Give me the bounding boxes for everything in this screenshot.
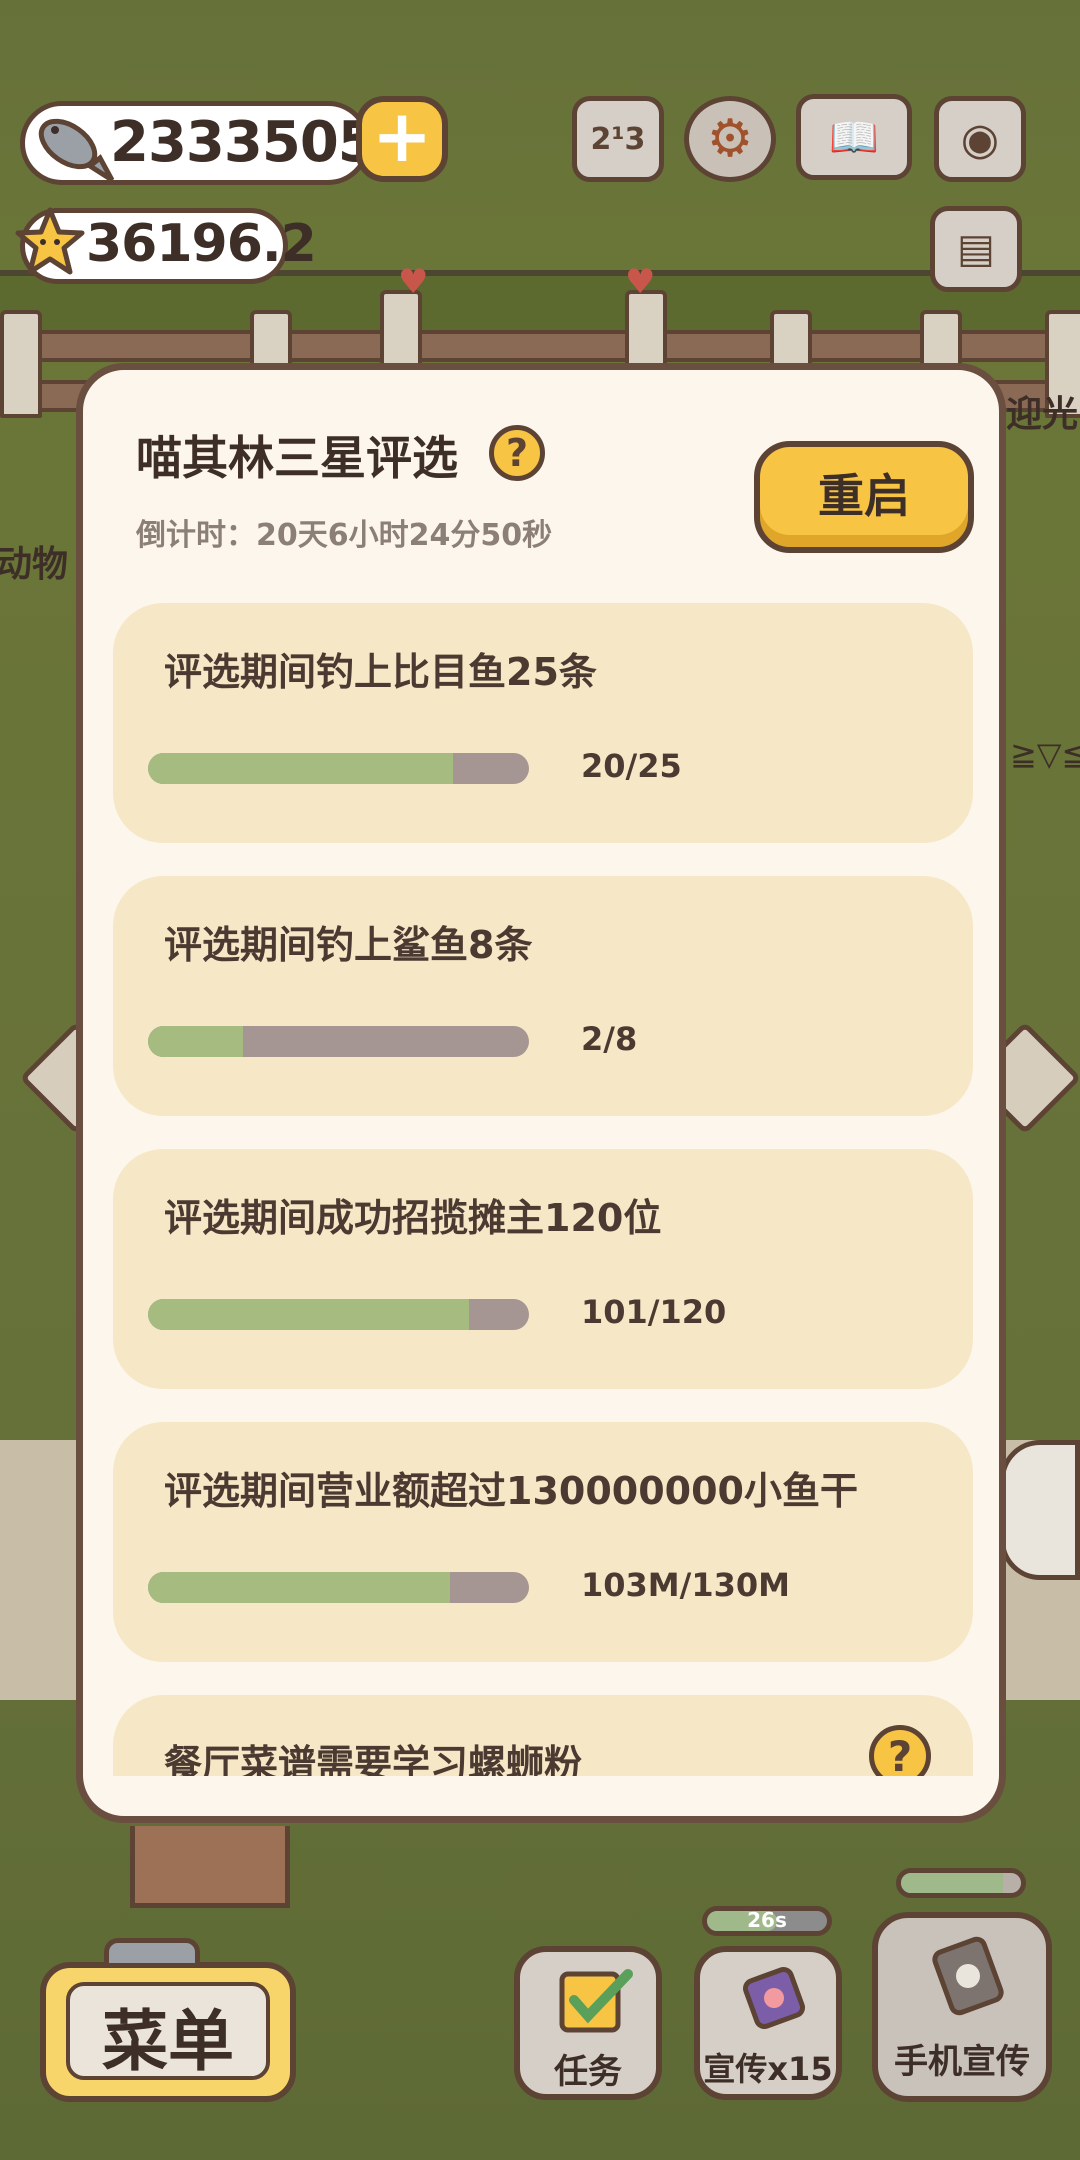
star-currency-value: 36196.2 bbox=[86, 214, 317, 274]
gear-icon: ⚙ bbox=[706, 109, 754, 169]
task-label: 评选期间成功招揽摊主120位 bbox=[164, 1196, 662, 1240]
phone-icon bbox=[926, 1934, 1010, 2022]
phone-promo-progress-fill bbox=[901, 1873, 1003, 1893]
task-card: 评选期间成功招揽摊主120位 101/120 bbox=[113, 1149, 973, 1389]
promo-timer: 26s bbox=[702, 1906, 832, 1936]
right-sign-text-2: ≧▽≦ bbox=[1010, 735, 1080, 773]
task-list[interactable]: 评选期间钓上比目鱼25条 20/25 评选期间钓上鲨鱼8条 2/8 评选期间成功… bbox=[113, 603, 973, 1776]
task-label: 评选期间钓上鲨鱼8条 bbox=[164, 923, 533, 967]
progress-text: 103M/130M bbox=[581, 1566, 790, 1604]
ground-path bbox=[0, 1440, 76, 1700]
michelin-event-dialog: 喵其林三星评选 ? 倒计时：20天6小时24分50秒 重启 评选期间钓上比目鱼2… bbox=[76, 363, 1006, 1823]
promo-button[interactable]: 宣传x15 bbox=[694, 1946, 842, 2100]
progress-text: 20/25 bbox=[581, 747, 682, 785]
progress-bar-fill bbox=[148, 753, 453, 784]
phone-promo-progress-bar bbox=[896, 1868, 1026, 1898]
progress-bar-fill bbox=[148, 1299, 469, 1330]
phone-promo-icon bbox=[736, 1964, 812, 2040]
progress-bar bbox=[148, 1299, 529, 1330]
heart-icon: ♥ bbox=[625, 262, 656, 302]
ranking-button[interactable]: 2¹3 bbox=[572, 96, 664, 182]
clipboard-clip-icon bbox=[104, 1938, 200, 1968]
phone-promo-button[interactable]: 手机宣传 bbox=[872, 1912, 1052, 2102]
progress-bar bbox=[148, 1026, 529, 1057]
task-card: 餐厅菜谱需要学习螺蛳粉 ? bbox=[113, 1695, 973, 1776]
book-icon: 📖 bbox=[829, 114, 879, 161]
progress-text: 101/120 bbox=[581, 1293, 727, 1331]
progress-bar bbox=[148, 753, 529, 784]
menu-button-label: 菜单 bbox=[102, 2003, 234, 2080]
camera-icon: ◉ bbox=[960, 113, 1000, 165]
wooden-crate bbox=[130, 1826, 290, 1908]
countdown-text: 倒计时：20天6小时24分50秒 bbox=[136, 518, 553, 553]
id-card-icon: ▤ bbox=[957, 226, 995, 272]
fish-icon bbox=[20, 104, 115, 188]
help-icon[interactable]: ? bbox=[489, 425, 545, 481]
promo-button-label: 宣传x15 bbox=[703, 2050, 833, 2088]
menu-button[interactable]: 菜单 bbox=[40, 1962, 296, 2102]
star-icon bbox=[14, 206, 86, 282]
handbook-button[interactable]: 📖 bbox=[796, 94, 912, 180]
progress-bar-fill bbox=[148, 1026, 244, 1057]
left-sign-text: 动物 bbox=[0, 544, 69, 585]
phone-promo-button-label: 手机宣传 bbox=[894, 2042, 1030, 2082]
task-card: 评选期间钓上鲨鱼8条 2/8 bbox=[113, 876, 973, 1116]
fence-rail bbox=[0, 330, 1080, 362]
task-label: 餐厅菜谱需要学习螺蛳粉 bbox=[164, 1742, 583, 1776]
progress-text: 2/8 bbox=[581, 1020, 638, 1058]
camera-button[interactable]: ◉ bbox=[934, 96, 1026, 182]
task-button[interactable]: 任务 bbox=[514, 1946, 662, 2100]
checklist-icon bbox=[556, 1966, 636, 2040]
dialog-title: 喵其林三星评选 bbox=[136, 431, 458, 485]
help-icon[interactable]: ? bbox=[869, 1725, 931, 1776]
promo-timer-text: 26s bbox=[747, 1908, 787, 1932]
settings-button[interactable]: ⚙ bbox=[684, 96, 776, 182]
podium-icon: 2¹3 bbox=[590, 121, 646, 157]
task-button-label: 任务 bbox=[554, 2052, 622, 2092]
profile-card-button[interactable]: ▤ bbox=[930, 206, 1022, 292]
right-sign-text: 迎光 bbox=[1006, 394, 1079, 435]
add-currency-button[interactable]: + bbox=[356, 96, 448, 182]
plus-icon: + bbox=[371, 94, 433, 178]
task-label: 评选期间营业额超过130000000小鱼干 bbox=[164, 1469, 858, 1513]
progress-bar bbox=[148, 1572, 529, 1603]
task-label: 评选期间钓上比目鱼25条 bbox=[164, 650, 597, 694]
fence-post bbox=[0, 310, 42, 418]
restart-button[interactable]: 重启 bbox=[754, 441, 974, 553]
sheep-customer bbox=[1000, 1440, 1080, 1580]
heart-icon: ♥ bbox=[398, 262, 429, 302]
task-card: 评选期间营业额超过130000000小鱼干 103M/130M bbox=[113, 1422, 973, 1662]
progress-bar-fill bbox=[148, 1572, 450, 1603]
task-card: 评选期间钓上比目鱼25条 20/25 bbox=[113, 603, 973, 843]
